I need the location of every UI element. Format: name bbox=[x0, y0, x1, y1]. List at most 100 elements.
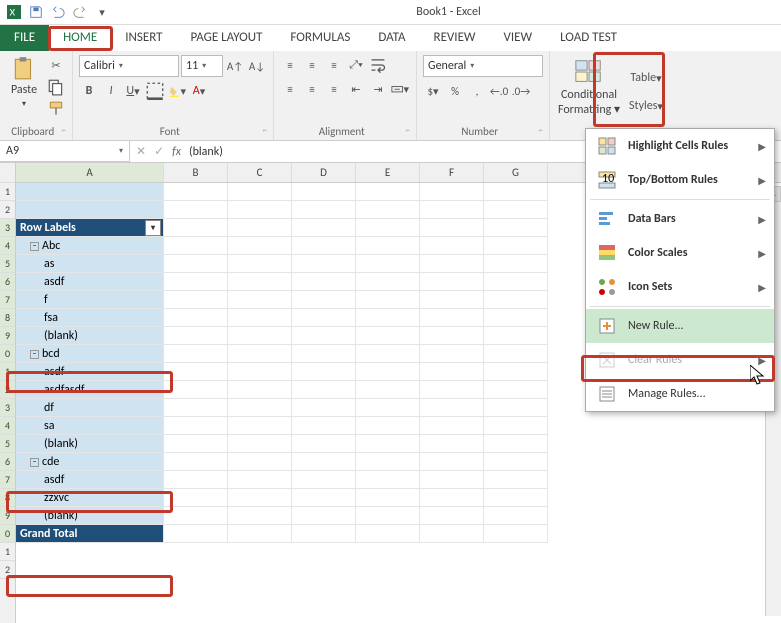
cell[interactable] bbox=[420, 399, 484, 417]
cell[interactable] bbox=[292, 237, 356, 255]
tab-insert[interactable]: INSERT bbox=[111, 25, 176, 51]
underline-button[interactable]: U▾ bbox=[123, 81, 143, 101]
align-center-icon[interactable]: ≡ bbox=[302, 79, 322, 99]
col-header-d[interactable]: D bbox=[292, 163, 356, 182]
row-header[interactable]: 1 bbox=[0, 183, 15, 201]
pivot-header[interactable]: Row Labels▾ bbox=[16, 219, 164, 237]
row-header[interactable]: 6 bbox=[0, 453, 15, 471]
cell[interactable] bbox=[356, 525, 420, 543]
cell[interactable] bbox=[484, 201, 548, 219]
cell[interactable] bbox=[484, 435, 548, 453]
cell[interactable] bbox=[420, 345, 484, 363]
cell[interactable] bbox=[228, 453, 292, 471]
cell[interactable] bbox=[356, 237, 420, 255]
cell[interactable] bbox=[484, 273, 548, 291]
cell[interactable] bbox=[484, 525, 548, 543]
cell[interactable] bbox=[164, 219, 228, 237]
cell[interactable] bbox=[228, 435, 292, 453]
cell[interactable] bbox=[292, 363, 356, 381]
paste-button[interactable]: Paste ▾ bbox=[6, 55, 42, 109]
cell[interactable] bbox=[228, 291, 292, 309]
decrease-decimal-icon[interactable]: .0→ bbox=[511, 81, 531, 101]
tab-formulas[interactable]: FORMULAS bbox=[276, 25, 364, 51]
cell[interactable]: −Abc bbox=[16, 237, 164, 255]
row-header[interactable]: 7 bbox=[0, 291, 15, 309]
fill-color-icon[interactable]: ▾ bbox=[167, 81, 187, 101]
col-header-g[interactable]: G bbox=[484, 163, 548, 182]
font-size-combo[interactable]: 11▾ bbox=[181, 55, 223, 77]
cell[interactable] bbox=[292, 417, 356, 435]
cell[interactable] bbox=[228, 237, 292, 255]
cell[interactable] bbox=[228, 489, 292, 507]
cell[interactable] bbox=[420, 525, 484, 543]
conditional-formatting-button[interactable]: Conditional Formatting ▾ bbox=[556, 55, 622, 119]
row-header[interactable]: 3 bbox=[0, 399, 15, 417]
cell[interactable] bbox=[420, 381, 484, 399]
cell[interactable] bbox=[420, 363, 484, 381]
cell[interactable] bbox=[356, 255, 420, 273]
cell[interactable] bbox=[228, 417, 292, 435]
cell[interactable] bbox=[420, 183, 484, 201]
row-header[interactable]: 6 bbox=[0, 273, 15, 291]
cell[interactable] bbox=[484, 183, 548, 201]
cell[interactable] bbox=[484, 363, 548, 381]
cell[interactable] bbox=[228, 345, 292, 363]
cell[interactable] bbox=[420, 453, 484, 471]
cell[interactable] bbox=[420, 417, 484, 435]
increase-decimal-icon[interactable]: ←.0 bbox=[489, 81, 509, 101]
row-header[interactable]: 0 bbox=[0, 345, 15, 363]
cell[interactable] bbox=[228, 381, 292, 399]
tab-loadtest[interactable]: LOAD TEST bbox=[546, 25, 631, 51]
tab-pagelayout[interactable]: PAGE LAYOUT bbox=[177, 25, 277, 51]
accounting-format-icon[interactable]: $▾ bbox=[423, 81, 443, 101]
name-box[interactable]: A9▾ bbox=[0, 141, 130, 162]
cell[interactable] bbox=[356, 489, 420, 507]
cut-icon[interactable]: ✂ bbox=[46, 55, 66, 75]
cell[interactable] bbox=[164, 363, 228, 381]
cell[interactable] bbox=[356, 399, 420, 417]
cell[interactable] bbox=[292, 507, 356, 525]
cell[interactable] bbox=[292, 453, 356, 471]
cell[interactable] bbox=[164, 381, 228, 399]
cell[interactable] bbox=[292, 399, 356, 417]
row-header[interactable]: 0 bbox=[0, 525, 15, 543]
cell[interactable] bbox=[164, 255, 228, 273]
cell[interactable] bbox=[164, 273, 228, 291]
cell[interactable] bbox=[292, 291, 356, 309]
cell[interactable] bbox=[228, 183, 292, 201]
collapse-icon[interactable]: − bbox=[30, 242, 39, 251]
cf-data-bars[interactable]: Data Bars▶ bbox=[586, 202, 774, 236]
cf-top-bottom-rules[interactable]: 10 Top/Bottom Rules▶ bbox=[586, 163, 774, 197]
cell[interactable] bbox=[356, 309, 420, 327]
col-header-a[interactable]: A bbox=[16, 163, 164, 182]
cell[interactable] bbox=[292, 273, 356, 291]
row-header[interactable]: 7 bbox=[0, 471, 15, 489]
cell[interactable] bbox=[484, 507, 548, 525]
col-header-f[interactable]: F bbox=[420, 163, 484, 182]
cell[interactable] bbox=[164, 489, 228, 507]
cell[interactable] bbox=[420, 489, 484, 507]
cell[interactable] bbox=[356, 345, 420, 363]
font-color-icon[interactable]: A▾ bbox=[189, 81, 209, 101]
fx-icon[interactable]: fx bbox=[172, 145, 181, 159]
formula-input[interactable]: (blank) bbox=[189, 145, 223, 159]
cell[interactable] bbox=[228, 309, 292, 327]
cell[interactable] bbox=[228, 525, 292, 543]
cell[interactable] bbox=[228, 507, 292, 525]
cell[interactable] bbox=[228, 255, 292, 273]
cell[interactable] bbox=[484, 309, 548, 327]
cell[interactable] bbox=[484, 399, 548, 417]
cf-manage-rules[interactable]: Manage Rules... bbox=[586, 377, 774, 411]
cf-icon-sets[interactable]: Icon Sets▶ bbox=[586, 270, 774, 304]
col-header-e[interactable]: E bbox=[356, 163, 420, 182]
pivot-filter-dropdown[interactable]: ▾ bbox=[145, 220, 161, 236]
cell[interactable] bbox=[292, 489, 356, 507]
row-header[interactable]: 9 bbox=[0, 507, 15, 525]
cell[interactable]: (blank) bbox=[16, 435, 164, 453]
cell[interactable] bbox=[164, 471, 228, 489]
tab-review[interactable]: REVIEW bbox=[420, 25, 490, 51]
cell[interactable] bbox=[228, 219, 292, 237]
percent-format-icon[interactable]: % bbox=[445, 81, 465, 101]
cell[interactable] bbox=[292, 327, 356, 345]
cell[interactable] bbox=[292, 471, 356, 489]
